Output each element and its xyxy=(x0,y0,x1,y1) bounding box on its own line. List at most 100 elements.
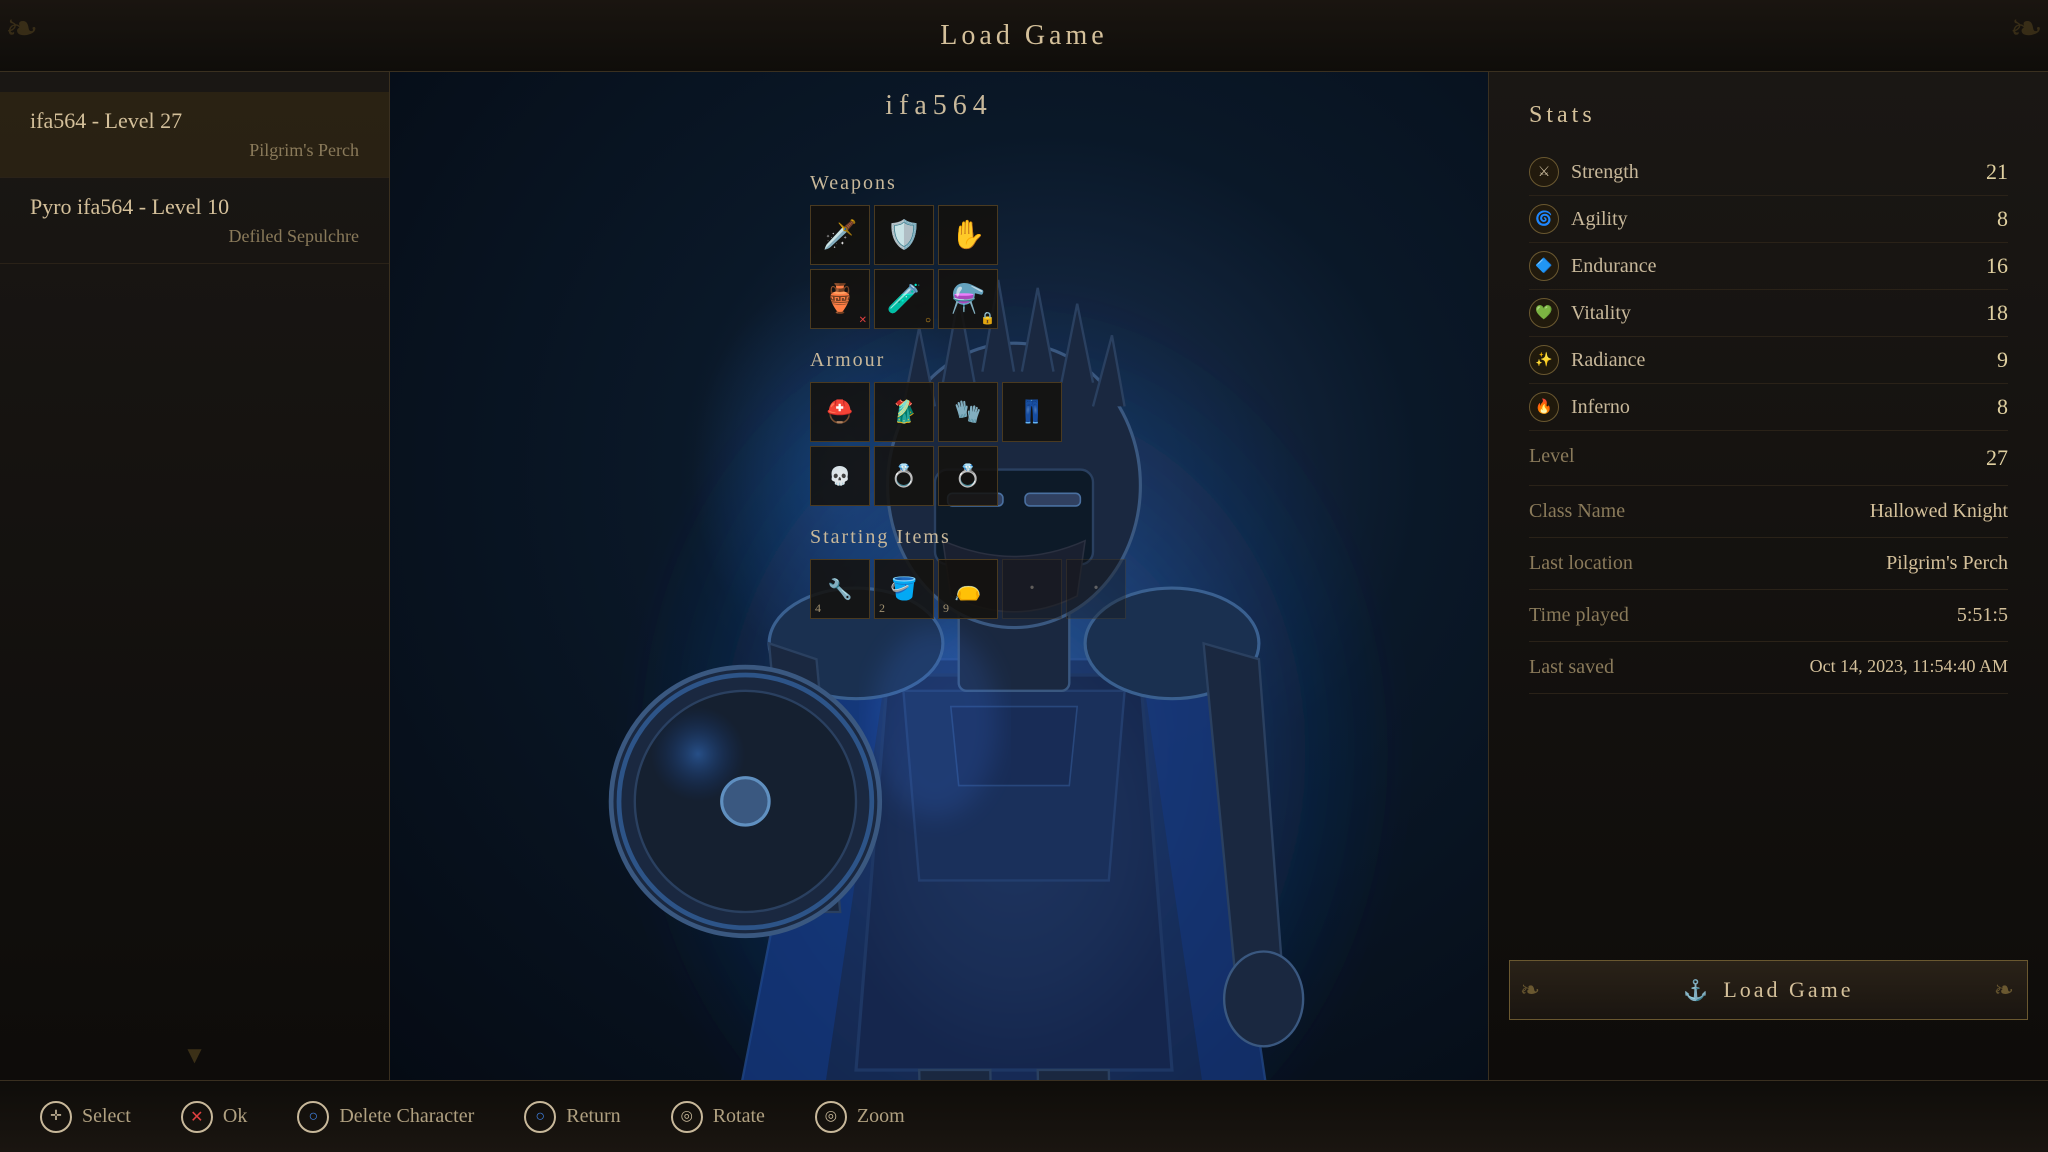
item-slot-3[interactable]: 👝 9 xyxy=(938,559,998,619)
save-slot-2-name: Pyro ifa564 - Level 10 xyxy=(30,194,359,220)
delete-btn-icon: ○ xyxy=(297,1101,329,1133)
armour-slot-helm[interactable]: ⛑️ xyxy=(810,382,870,442)
action-select[interactable]: ✛ Select xyxy=(40,1101,131,1133)
starting-items-label: Starting Items xyxy=(810,526,1110,549)
load-game-button[interactable]: ❧ ⚓ Load Game ❧ xyxy=(1509,960,2028,1020)
ring-slot-1[interactable]: 💀 xyxy=(810,446,870,506)
return-label: Return xyxy=(566,1105,620,1128)
last-saved-value: Oct 14, 2023, 11:54:40 AM xyxy=(1810,656,2008,677)
armour-section: Armour ⛑️ 🥻 🧤 👖 💀 💍 💍 xyxy=(810,349,1110,506)
top-bar: ❧ ❧ Load Game xyxy=(0,0,2048,72)
ring-slot-2[interactable]: 💍 xyxy=(874,446,934,506)
class-name-value: Hallowed Knight xyxy=(1870,500,2008,523)
equipment-panel: Weapons 🗡️ 🛡️ ✋ 🏺 ✕ 🧪 ○ ⚗️ 🔒 xyxy=(810,172,1110,639)
item-slot-4[interactable]: · xyxy=(1002,559,1062,619)
vitality-label: Vitality xyxy=(1571,302,1631,325)
select-label: Select xyxy=(82,1105,131,1128)
agility-value: 8 xyxy=(1997,206,2008,232)
slot-o-mark: ○ xyxy=(925,315,931,326)
bottom-bar: ✛ Select ✕ Ok ○ Delete Character ○ Retur… xyxy=(0,1080,2048,1152)
consumable-slot-1[interactable]: 🏺 ✕ xyxy=(810,269,870,329)
ok-label: Ok xyxy=(223,1105,247,1128)
ok-btn-icon: ✕ xyxy=(181,1101,213,1133)
stat-row-agility: 🌀 Agility 8 xyxy=(1529,196,2008,243)
slot-x-mark: ✕ xyxy=(859,315,867,326)
load-btn-label: Load Game xyxy=(1723,977,1853,1003)
consumable-slot-3[interactable]: ⚗️ 🔒 xyxy=(938,269,998,329)
action-zoom[interactable]: ◎ Zoom xyxy=(815,1101,905,1133)
rotate-label: Rotate xyxy=(713,1105,765,1128)
zoom-btn-icon: ◎ xyxy=(815,1101,847,1133)
stat-row-vitality: 💚 Vitality 18 xyxy=(1529,290,2008,337)
weapons-section: Weapons 🗡️ 🛡️ ✋ 🏺 ✕ 🧪 ○ ⚗️ 🔒 xyxy=(810,172,1110,329)
last-saved-row: Last saved Oct 14, 2023, 11:54:40 AM xyxy=(1529,642,2008,694)
armour-row2: 💀 💍 💍 xyxy=(810,446,1110,506)
armour-slot-hands[interactable]: 🧤 xyxy=(938,382,998,442)
item-count-3: 9 xyxy=(943,601,949,616)
weapons-row2: 🏺 ✕ 🧪 ○ ⚗️ 🔒 xyxy=(810,269,1110,329)
inferno-label: Inferno xyxy=(1571,396,1630,419)
agility-label: Agility xyxy=(1571,208,1628,231)
last-location-label: Last location xyxy=(1529,552,1633,575)
inferno-value: 8 xyxy=(1997,394,2008,420)
consumable-slot-2[interactable]: 🧪 ○ xyxy=(874,269,934,329)
class-name-label: Class Name xyxy=(1529,500,1625,523)
panel-ornament-bottom: ▼ xyxy=(183,1043,207,1070)
item-slot-5[interactable]: · xyxy=(1066,559,1126,619)
endurance-label: Endurance xyxy=(1571,255,1657,278)
slot-lock-mark: 🔒 xyxy=(980,311,995,326)
save-slot-1[interactable]: ifa564 - Level 27 Pilgrim's Perch xyxy=(0,92,389,178)
last-saved-label: Last saved xyxy=(1529,656,1614,679)
armour-slot-chest[interactable]: 🥻 xyxy=(874,382,934,442)
weapon-slot-1[interactable]: 🗡️ xyxy=(810,205,870,265)
item-slot-2[interactable]: 🪣 2 xyxy=(874,559,934,619)
save-slot-2[interactable]: Pyro ifa564 - Level 10 Defiled Sepulchre xyxy=(0,178,389,264)
save-slot-1-location: Pilgrim's Perch xyxy=(30,140,359,161)
action-return[interactable]: ○ Return xyxy=(524,1101,620,1133)
weapons-label: Weapons xyxy=(810,172,1110,195)
inferno-icon: 🔥 xyxy=(1529,392,1559,422)
stat-agility-left: 🌀 Agility xyxy=(1529,204,1628,234)
corner-ornament-tl: ❧ xyxy=(5,5,39,52)
armour-slot-legs[interactable]: 👖 xyxy=(1002,382,1062,442)
radiance-icon: ✨ xyxy=(1529,345,1559,375)
last-location-row: Last location Pilgrim's Perch xyxy=(1529,538,2008,590)
stat-row-radiance: ✨ Radiance 9 xyxy=(1529,337,2008,384)
save-slot-2-location: Defiled Sepulchre xyxy=(30,226,359,247)
armour-label: Armour xyxy=(810,349,1110,372)
time-played-row: Time played 5:51:5 xyxy=(1529,590,2008,642)
item-count-2: 2 xyxy=(879,601,885,616)
stat-vitality-left: 💚 Vitality xyxy=(1529,298,1631,328)
stat-strength-left: ⚔ Strength xyxy=(1529,157,1639,187)
starting-items-section: Starting Items 🔧 4 🪣 2 👝 9 · · xyxy=(810,526,1110,619)
last-location-value: Pilgrim's Perch xyxy=(1886,552,2008,575)
stat-row-strength: ⚔ Strength 21 xyxy=(1529,149,2008,196)
time-played-label: Time played xyxy=(1529,604,1629,627)
action-delete[interactable]: ○ Delete Character xyxy=(297,1101,474,1133)
starting-items-row: 🔧 4 🪣 2 👝 9 · · xyxy=(810,559,1110,619)
load-btn-ornament-right: ❧ xyxy=(1994,976,2017,1005)
item-count-1: 4 xyxy=(815,601,821,616)
armour-row1: ⛑️ 🥻 🧤 👖 xyxy=(810,382,1110,442)
item-slot-1[interactable]: 🔧 4 xyxy=(810,559,870,619)
action-rotate[interactable]: ◎ Rotate xyxy=(671,1101,765,1133)
weapon-slot-2[interactable]: 🛡️ xyxy=(874,205,934,265)
strength-icon: ⚔ xyxy=(1529,157,1559,187)
stat-endurance-left: 🔷 Endurance xyxy=(1529,251,1657,281)
ring-slot-3[interactable]: 💍 xyxy=(938,446,998,506)
stat-row-endurance: 🔷 Endurance 16 xyxy=(1529,243,2008,290)
corner-ornament-tr: ❧ xyxy=(2009,5,2043,52)
action-ok[interactable]: ✕ Ok xyxy=(181,1101,247,1133)
strength-label: Strength xyxy=(1571,161,1639,184)
save-slots-panel: ifa564 - Level 27 Pilgrim's Perch Pyro i… xyxy=(0,72,390,1080)
radiance-value: 9 xyxy=(1997,347,2008,373)
character-name: ifa564 xyxy=(885,90,993,122)
stats-panel: Stats ⚔ Strength 21 🌀 Agility 8 🔷 Endura… xyxy=(1488,72,2048,1080)
time-played-value: 5:51:5 xyxy=(1957,604,2008,627)
weapon-slot-3[interactable]: ✋ xyxy=(938,205,998,265)
character-display: ifa564 xyxy=(390,72,1488,1080)
stats-title: Stats xyxy=(1529,102,2008,129)
page-title: Load Game xyxy=(940,20,1107,52)
level-value: 27 xyxy=(1986,445,2008,471)
save-slot-1-name: ifa564 - Level 27 xyxy=(30,108,359,134)
